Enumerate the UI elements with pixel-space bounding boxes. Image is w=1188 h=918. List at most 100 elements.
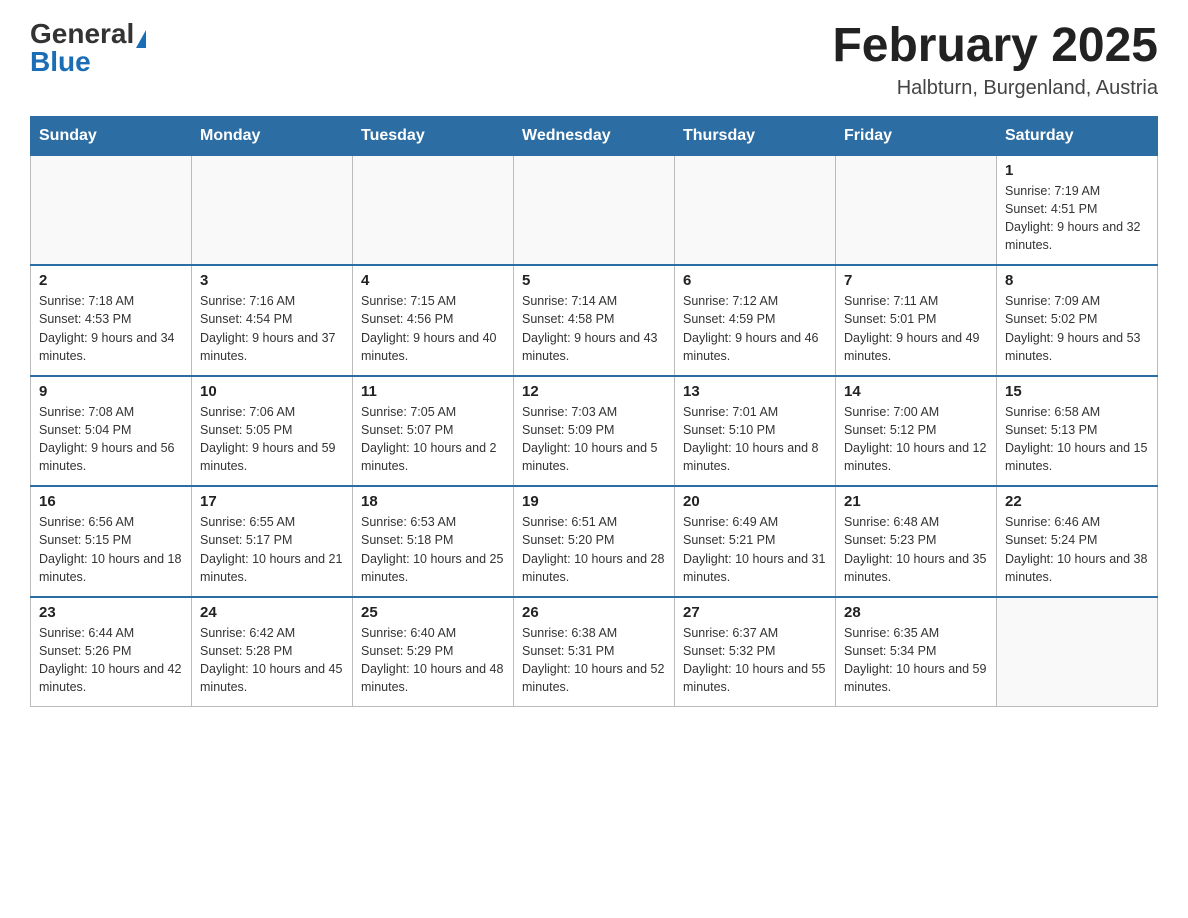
calendar-cell: 22 Sunrise: 6:46 AMSunset: 5:24 PMDayligh… <box>997 486 1158 597</box>
day-number: 16 <box>39 493 183 510</box>
day-number: 7 <box>844 272 988 289</box>
day-number: 26 <box>522 604 666 621</box>
calendar-cell: 24 Sunrise: 6:42 AMSunset: 5:28 PMDayligh… <box>192 597 353 707</box>
logo-triangle-icon <box>136 30 146 48</box>
weekday-header-saturday: Saturday <box>997 116 1158 155</box>
day-number: 23 <box>39 604 183 621</box>
calendar-cell <box>192 155 353 265</box>
day-info: Sunrise: 7:11 AMSunset: 5:01 PMDaylight:… <box>844 292 988 365</box>
day-info: Sunrise: 6:51 AMSunset: 5:20 PMDaylight:… <box>522 513 666 586</box>
calendar-cell: 3Sunrise: 7:16 AMSunset: 4:54 PMDaylight… <box>192 265 353 376</box>
weekday-header-thursday: Thursday <box>675 116 836 155</box>
calendar-cell <box>31 155 192 265</box>
day-number: 1 <box>1005 162 1149 179</box>
day-number: 5 <box>522 272 666 289</box>
title-block: February 2025 Halbturn, Burgenland, Aust… <box>832 20 1158 100</box>
calendar-cell: 26 Sunrise: 6:38 AMSunset: 5:31 PMDayligh… <box>514 597 675 707</box>
calendar-cell: 25 Sunrise: 6:40 AMSunset: 5:29 PMDayligh… <box>353 597 514 707</box>
weekday-header-tuesday: Tuesday <box>353 116 514 155</box>
calendar-cell: 15 Sunrise: 6:58 AMSunset: 5:13 PMDayligh… <box>997 376 1158 487</box>
weekday-header-monday: Monday <box>192 116 353 155</box>
day-info: Sunrise: 7:16 AMSunset: 4:54 PMDaylight:… <box>200 292 344 365</box>
calendar-cell: 16 Sunrise: 6:56 AMSunset: 5:15 PMDayligh… <box>31 486 192 597</box>
calendar-cell: 18 Sunrise: 6:53 AMSunset: 5:18 PMDayligh… <box>353 486 514 597</box>
calendar-week-row: 1 Sunrise: 7:19 AMSunset: 4:51 PMDaylight… <box>31 155 1158 265</box>
day-number: 22 <box>1005 493 1149 510</box>
month-title: February 2025 <box>832 20 1158 73</box>
day-info: Sunrise: 7:08 AMSunset: 5:04 PMDaylight:… <box>39 403 183 476</box>
day-info: Sunrise: 6:48 AMSunset: 5:23 PMDaylight:… <box>844 513 988 586</box>
day-info: Sunrise: 6:46 AMSunset: 5:24 PMDaylight:… <box>1005 513 1149 586</box>
calendar-cell: 23 Sunrise: 6:44 AMSunset: 5:26 PMDayligh… <box>31 597 192 707</box>
day-info: Sunrise: 7:14 AMSunset: 4:58 PMDaylight:… <box>522 292 666 365</box>
day-info: Sunrise: 6:42 AMSunset: 5:28 PMDaylight:… <box>200 624 344 697</box>
weekday-header-row: SundayMondayTuesdayWednesdayThursdayFrid… <box>31 116 1158 155</box>
weekday-header-friday: Friday <box>836 116 997 155</box>
day-info: Sunrise: 6:53 AMSunset: 5:18 PMDaylight:… <box>361 513 505 586</box>
logo: General Blue <box>30 20 146 76</box>
day-info: Sunrise: 7:15 AMSunset: 4:56 PMDaylight:… <box>361 292 505 365</box>
calendar-week-row: 2 Sunrise: 7:18 AMSunset: 4:53 PMDaylight… <box>31 265 1158 376</box>
day-number: 13 <box>683 383 827 400</box>
day-info: Sunrise: 7:18 AMSunset: 4:53 PMDaylight:… <box>39 292 183 365</box>
calendar-week-row: 16 Sunrise: 6:56 AMSunset: 5:15 PMDayligh… <box>31 486 1158 597</box>
weekday-header-wednesday: Wednesday <box>514 116 675 155</box>
calendar-cell: 6Sunrise: 7:12 AMSunset: 4:59 PMDaylight… <box>675 265 836 376</box>
day-number: 25 <box>361 604 505 621</box>
day-info: Sunrise: 6:38 AMSunset: 5:31 PMDaylight:… <box>522 624 666 697</box>
calendar-cell: 4Sunrise: 7:15 AMSunset: 4:56 PMDaylight… <box>353 265 514 376</box>
calendar-cell: 1 Sunrise: 7:19 AMSunset: 4:51 PMDaylight… <box>997 155 1158 265</box>
calendar-cell: 27 Sunrise: 6:37 AMSunset: 5:32 PMDayligh… <box>675 597 836 707</box>
calendar-cell <box>675 155 836 265</box>
day-info: Sunrise: 6:35 AMSunset: 5:34 PMDaylight:… <box>844 624 988 697</box>
calendar-table: SundayMondayTuesdayWednesdayThursdayFrid… <box>30 116 1158 708</box>
day-number: 11 <box>361 383 505 400</box>
day-number: 8 <box>1005 272 1149 289</box>
day-number: 20 <box>683 493 827 510</box>
calendar-cell: 21 Sunrise: 6:48 AMSunset: 5:23 PMDayligh… <box>836 486 997 597</box>
day-number: 2 <box>39 272 183 289</box>
day-number: 14 <box>844 383 988 400</box>
calendar-week-row: 9 Sunrise: 7:08 AMSunset: 5:04 PMDaylight… <box>31 376 1158 487</box>
calendar-cell <box>997 597 1158 707</box>
calendar-cell <box>353 155 514 265</box>
calendar-cell: 11 Sunrise: 7:05 AMSunset: 5:07 PMDayligh… <box>353 376 514 487</box>
day-info: Sunrise: 6:56 AMSunset: 5:15 PMDaylight:… <box>39 513 183 586</box>
day-number: 12 <box>522 383 666 400</box>
day-number: 9 <box>39 383 183 400</box>
calendar-cell: 17 Sunrise: 6:55 AMSunset: 5:17 PMDayligh… <box>192 486 353 597</box>
day-number: 17 <box>200 493 344 510</box>
day-info: Sunrise: 6:44 AMSunset: 5:26 PMDaylight:… <box>39 624 183 697</box>
calendar-cell <box>514 155 675 265</box>
calendar-cell: 13Sunrise: 7:01 AMSunset: 5:10 PMDayligh… <box>675 376 836 487</box>
calendar-cell: 20Sunrise: 6:49 AMSunset: 5:21 PMDayligh… <box>675 486 836 597</box>
day-number: 27 <box>683 604 827 621</box>
day-number: 19 <box>522 493 666 510</box>
day-info: Sunrise: 6:58 AMSunset: 5:13 PMDaylight:… <box>1005 403 1149 476</box>
day-info: Sunrise: 6:40 AMSunset: 5:29 PMDaylight:… <box>361 624 505 697</box>
day-number: 21 <box>844 493 988 510</box>
day-info: Sunrise: 6:37 AMSunset: 5:32 PMDaylight:… <box>683 624 827 697</box>
calendar-cell: 14 Sunrise: 7:00 AMSunset: 5:12 PMDayligh… <box>836 376 997 487</box>
calendar-cell: 19 Sunrise: 6:51 AMSunset: 5:20 PMDayligh… <box>514 486 675 597</box>
calendar-cell: 10 Sunrise: 7:06 AMSunset: 5:05 PMDayligh… <box>192 376 353 487</box>
logo-blue: Blue <box>30 48 91 76</box>
day-info: Sunrise: 7:09 AMSunset: 5:02 PMDaylight:… <box>1005 292 1149 365</box>
day-number: 28 <box>844 604 988 621</box>
page-header: General Blue February 2025 Halbturn, Bur… <box>30 20 1158 100</box>
day-number: 24 <box>200 604 344 621</box>
day-number: 18 <box>361 493 505 510</box>
day-info: Sunrise: 7:05 AMSunset: 5:07 PMDaylight:… <box>361 403 505 476</box>
day-info: Sunrise: 7:06 AMSunset: 5:05 PMDaylight:… <box>200 403 344 476</box>
calendar-cell: 8 Sunrise: 7:09 AMSunset: 5:02 PMDaylight… <box>997 265 1158 376</box>
day-info: Sunrise: 7:12 AMSunset: 4:59 PMDaylight:… <box>683 292 827 365</box>
day-number: 10 <box>200 383 344 400</box>
day-info: Sunrise: 7:00 AMSunset: 5:12 PMDaylight:… <box>844 403 988 476</box>
logo-text: General <box>30 20 146 48</box>
location-subtitle: Halbturn, Burgenland, Austria <box>832 77 1158 100</box>
day-number: 15 <box>1005 383 1149 400</box>
calendar-cell: 5 Sunrise: 7:14 AMSunset: 4:58 PMDaylight… <box>514 265 675 376</box>
calendar-cell: 28 Sunrise: 6:35 AMSunset: 5:34 PMDayligh… <box>836 597 997 707</box>
day-info: Sunrise: 7:19 AMSunset: 4:51 PMDaylight:… <box>1005 182 1149 255</box>
day-info: Sunrise: 6:55 AMSunset: 5:17 PMDaylight:… <box>200 513 344 586</box>
